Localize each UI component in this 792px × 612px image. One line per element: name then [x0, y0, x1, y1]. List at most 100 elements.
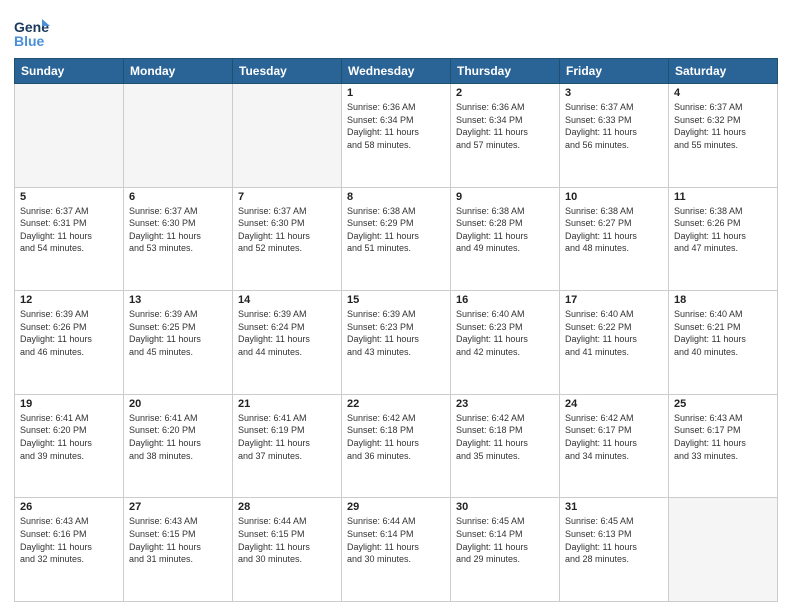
- calendar-cell: 2 Sunrise: 6:36 AM Sunset: 6:34 PM Daylig…: [451, 84, 560, 188]
- calendar-cell: 13 Sunrise: 6:39 AM Sunset: 6:25 PM Dayli…: [124, 291, 233, 395]
- day-number: 12: [20, 294, 118, 306]
- calendar-header-saturday: Saturday: [669, 59, 778, 84]
- calendar-header-sunday: Sunday: [15, 59, 124, 84]
- day-info: Sunrise: 6:36 AM Sunset: 6:34 PM Dayligh…: [456, 101, 554, 151]
- calendar-cell: 11 Sunrise: 6:38 AM Sunset: 6:26 PM Dayli…: [669, 187, 778, 291]
- day-number: 5: [20, 191, 118, 203]
- day-number: 27: [129, 501, 227, 513]
- day-info: Sunrise: 6:42 AM Sunset: 6:18 PM Dayligh…: [456, 412, 554, 462]
- day-info: Sunrise: 6:45 AM Sunset: 6:13 PM Dayligh…: [565, 515, 663, 565]
- day-info: Sunrise: 6:43 AM Sunset: 6:15 PM Dayligh…: [129, 515, 227, 565]
- day-info: Sunrise: 6:40 AM Sunset: 6:23 PM Dayligh…: [456, 308, 554, 358]
- calendar-header-thursday: Thursday: [451, 59, 560, 84]
- calendar-header-friday: Friday: [560, 59, 669, 84]
- day-number: 31: [565, 501, 663, 513]
- svg-text:Blue: Blue: [14, 33, 45, 49]
- calendar-cell: 22 Sunrise: 6:42 AM Sunset: 6:18 PM Dayli…: [342, 394, 451, 498]
- day-info: Sunrise: 6:41 AM Sunset: 6:20 PM Dayligh…: [129, 412, 227, 462]
- day-info: Sunrise: 6:40 AM Sunset: 6:21 PM Dayligh…: [674, 308, 772, 358]
- day-number: 26: [20, 501, 118, 513]
- calendar-week-row: 19 Sunrise: 6:41 AM Sunset: 6:20 PM Dayli…: [15, 394, 778, 498]
- day-number: 25: [674, 398, 772, 410]
- day-info: Sunrise: 6:39 AM Sunset: 6:25 PM Dayligh…: [129, 308, 227, 358]
- calendar-header-row: SundayMondayTuesdayWednesdayThursdayFrid…: [15, 59, 778, 84]
- calendar-cell: 24 Sunrise: 6:42 AM Sunset: 6:17 PM Dayli…: [560, 394, 669, 498]
- day-number: 22: [347, 398, 445, 410]
- day-number: 9: [456, 191, 554, 203]
- calendar-cell: 17Sunrise: 6:40 AM Sunset: 6:22 PM Dayli…: [560, 291, 669, 395]
- day-info: Sunrise: 6:38 AM Sunset: 6:26 PM Dayligh…: [674, 205, 772, 255]
- day-info: Sunrise: 6:38 AM Sunset: 6:29 PM Dayligh…: [347, 205, 445, 255]
- calendar-header-wednesday: Wednesday: [342, 59, 451, 84]
- day-info: Sunrise: 6:43 AM Sunset: 6:16 PM Dayligh…: [20, 515, 118, 565]
- calendar-cell: 28Sunrise: 6:44 AM Sunset: 6:15 PM Dayli…: [233, 498, 342, 602]
- day-info: Sunrise: 6:38 AM Sunset: 6:28 PM Dayligh…: [456, 205, 554, 255]
- day-info: Sunrise: 6:36 AM Sunset: 6:34 PM Dayligh…: [347, 101, 445, 151]
- day-info: Sunrise: 6:38 AM Sunset: 6:27 PM Dayligh…: [565, 205, 663, 255]
- day-number: 14: [238, 294, 336, 306]
- day-number: 19: [20, 398, 118, 410]
- day-number: 13: [129, 294, 227, 306]
- calendar-cell: 25 Sunrise: 6:43 AM Sunset: 6:17 PM Dayli…: [669, 394, 778, 498]
- calendar-cell: [669, 498, 778, 602]
- calendar-cell: 31 Sunrise: 6:45 AM Sunset: 6:13 PM Dayli…: [560, 498, 669, 602]
- day-number: 7: [238, 191, 336, 203]
- calendar-cell: 30 Sunrise: 6:45 AM Sunset: 6:14 PM Dayli…: [451, 498, 560, 602]
- day-number: 23: [456, 398, 554, 410]
- calendar-cell: 18 Sunrise: 6:40 AM Sunset: 6:21 PM Dayli…: [669, 291, 778, 395]
- day-number: 17: [565, 294, 663, 306]
- day-info: Sunrise: 6:43 AM Sunset: 6:17 PM Dayligh…: [674, 412, 772, 462]
- calendar-cell: 10 Sunrise: 6:38 AM Sunset: 6:27 PM Dayli…: [560, 187, 669, 291]
- day-info: Sunrise: 6:37 AM Sunset: 6:31 PM Dayligh…: [20, 205, 118, 255]
- day-info: Sunrise: 6:37 AM Sunset: 6:32 PM Dayligh…: [674, 101, 772, 151]
- calendar-header-tuesday: Tuesday: [233, 59, 342, 84]
- day-number: 11: [674, 191, 772, 203]
- day-info: Sunrise: 6:44 AM Sunset: 6:14 PM Dayligh…: [347, 515, 445, 565]
- day-info: Sunrise: 6:39 AM Sunset: 6:23 PM Dayligh…: [347, 308, 445, 358]
- day-number: 4: [674, 87, 772, 99]
- day-info: Sunrise: 6:37 AM Sunset: 6:30 PM Dayligh…: [129, 205, 227, 255]
- page: General Blue SundayMondayTuesdayWednesda…: [0, 0, 792, 612]
- day-info: Sunrise: 6:45 AM Sunset: 6:14 PM Dayligh…: [456, 515, 554, 565]
- day-info: Sunrise: 6:44 AM Sunset: 6:15 PM Dayligh…: [238, 515, 336, 565]
- calendar-cell: 4 Sunrise: 6:37 AM Sunset: 6:32 PM Daylig…: [669, 84, 778, 188]
- calendar-cell: 9 Sunrise: 6:38 AM Sunset: 6:28 PM Daylig…: [451, 187, 560, 291]
- calendar-header-monday: Monday: [124, 59, 233, 84]
- calendar-cell: 27 Sunrise: 6:43 AM Sunset: 6:15 PM Dayli…: [124, 498, 233, 602]
- calendar-week-row: 26 Sunrise: 6:43 AM Sunset: 6:16 PM Dayli…: [15, 498, 778, 602]
- calendar-cell: 12Sunrise: 6:39 AM Sunset: 6:26 PM Dayli…: [15, 291, 124, 395]
- calendar-cell: [233, 84, 342, 188]
- day-number: 30: [456, 501, 554, 513]
- calendar-cell: 16 Sunrise: 6:40 AM Sunset: 6:23 PM Dayli…: [451, 291, 560, 395]
- day-number: 6: [129, 191, 227, 203]
- day-info: Sunrise: 6:41 AM Sunset: 6:20 PM Dayligh…: [20, 412, 118, 462]
- calendar-cell: [124, 84, 233, 188]
- day-number: 2: [456, 87, 554, 99]
- calendar-cell: 8 Sunrise: 6:38 AM Sunset: 6:29 PM Daylig…: [342, 187, 451, 291]
- calendar-cell: 3Sunrise: 6:37 AM Sunset: 6:33 PM Daylig…: [560, 84, 669, 188]
- day-info: Sunrise: 6:42 AM Sunset: 6:17 PM Dayligh…: [565, 412, 663, 462]
- calendar-cell: 21Sunrise: 6:41 AM Sunset: 6:19 PM Dayli…: [233, 394, 342, 498]
- calendar-cell: 26 Sunrise: 6:43 AM Sunset: 6:16 PM Dayli…: [15, 498, 124, 602]
- day-info: Sunrise: 6:41 AM Sunset: 6:19 PM Dayligh…: [238, 412, 336, 462]
- day-info: Sunrise: 6:39 AM Sunset: 6:24 PM Dayligh…: [238, 308, 336, 358]
- day-info: Sunrise: 6:37 AM Sunset: 6:33 PM Dayligh…: [565, 101, 663, 151]
- day-number: 10: [565, 191, 663, 203]
- calendar-cell: 14 Sunrise: 6:39 AM Sunset: 6:24 PM Dayli…: [233, 291, 342, 395]
- day-number: 8: [347, 191, 445, 203]
- calendar-cell: 6 Sunrise: 6:37 AM Sunset: 6:30 PM Daylig…: [124, 187, 233, 291]
- calendar-cell: 29Sunrise: 6:44 AM Sunset: 6:14 PM Dayli…: [342, 498, 451, 602]
- calendar-cell: 20Sunrise: 6:41 AM Sunset: 6:20 PM Dayli…: [124, 394, 233, 498]
- header: General Blue: [14, 10, 778, 54]
- day-info: Sunrise: 6:42 AM Sunset: 6:18 PM Dayligh…: [347, 412, 445, 462]
- calendar-cell: 19 Sunrise: 6:41 AM Sunset: 6:20 PM Dayli…: [15, 394, 124, 498]
- calendar-cell: 5 Sunrise: 6:37 AM Sunset: 6:31 PM Daylig…: [15, 187, 124, 291]
- calendar-table: SundayMondayTuesdayWednesdayThursdayFrid…: [14, 58, 778, 602]
- day-number: 18: [674, 294, 772, 306]
- day-number: 1: [347, 87, 445, 99]
- calendar-week-row: 12Sunrise: 6:39 AM Sunset: 6:26 PM Dayli…: [15, 291, 778, 395]
- day-number: 15: [347, 294, 445, 306]
- day-number: 16: [456, 294, 554, 306]
- day-number: 24: [565, 398, 663, 410]
- logo-icon: General Blue: [14, 14, 50, 54]
